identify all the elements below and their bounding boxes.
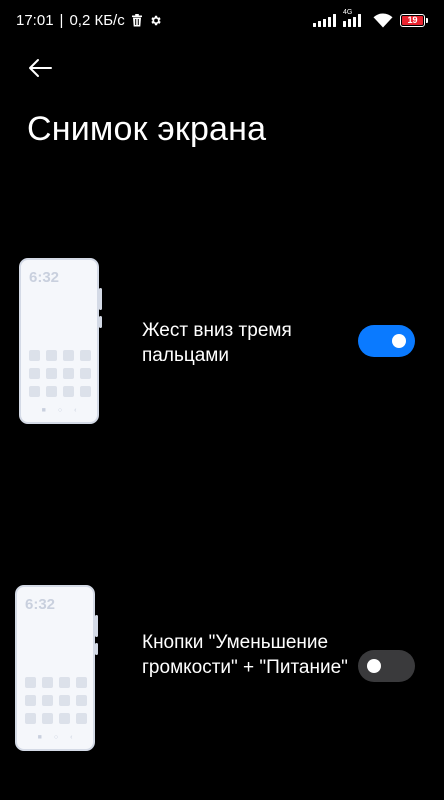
phone-preview-illustration: 6:32 ■ ○ ‹ (15, 585, 98, 751)
toggle-knob (367, 659, 381, 673)
trash-icon (131, 13, 143, 27)
battery-level: 19 (402, 15, 423, 25)
signal-icon (313, 13, 336, 27)
status-bar-right: 4G 19 (313, 9, 428, 28)
three-finger-swipe-toggle[interactable] (358, 325, 415, 357)
status-bar: 17:01 | 0,2 КБ/с 4G 19 (0, 0, 444, 40)
phone-preview-illustration: 6:32 ■ ○ ‹ (19, 258, 102, 424)
phone-illustration: 6:32 ■ ○ ‹ (15, 585, 98, 751)
option-three-finger-swipe: 6:32 ■ ○ ‹ Жест вниз тремя пальцами (0, 255, 444, 430)
back-button[interactable] (22, 52, 58, 84)
status-bar-left: 17:01 | 0,2 КБ/с (16, 12, 162, 29)
preview-time: 6:32 (29, 269, 60, 286)
app-grid-illustration (29, 350, 91, 397)
preview-time: 6:32 (25, 596, 56, 613)
battery-icon: 19 (400, 13, 428, 27)
volume-power-toggle[interactable] (358, 650, 415, 682)
option-label: Кнопки "Уменьшение громкости" + "Питание… (142, 632, 348, 678)
nav-bar-illustration: ■ ○ ‹ (41, 407, 77, 414)
toggle-knob (392, 334, 406, 348)
nav-bar-illustration: ■ ○ ‹ (37, 734, 73, 741)
option-volume-power-buttons: 6:32 ■ ○ ‹ Кнопки "Уменьшение громкости" +… (0, 582, 444, 757)
network-type: 4G (343, 8, 353, 16)
page-title: Снимок экрана (27, 110, 267, 148)
network-speed: 0,2 КБ/с (69, 11, 125, 29)
gear-icon (149, 14, 162, 27)
phone-illustration: 6:32 ■ ○ ‹ (19, 258, 102, 424)
app-grid-illustration (25, 677, 87, 724)
option-label: Жест вниз тремя пальцами (142, 320, 292, 366)
wifi-icon (373, 12, 393, 28)
signal-icon-sim2: 4G (343, 9, 366, 27)
status-separator: | (59, 11, 64, 29)
screenshot-settings-screen: 17:01 | 0,2 КБ/с 4G 19 Снимок экрана 6:3… (0, 0, 444, 800)
arrow-left-icon (29, 59, 52, 77)
status-time: 17:01 (16, 11, 54, 29)
